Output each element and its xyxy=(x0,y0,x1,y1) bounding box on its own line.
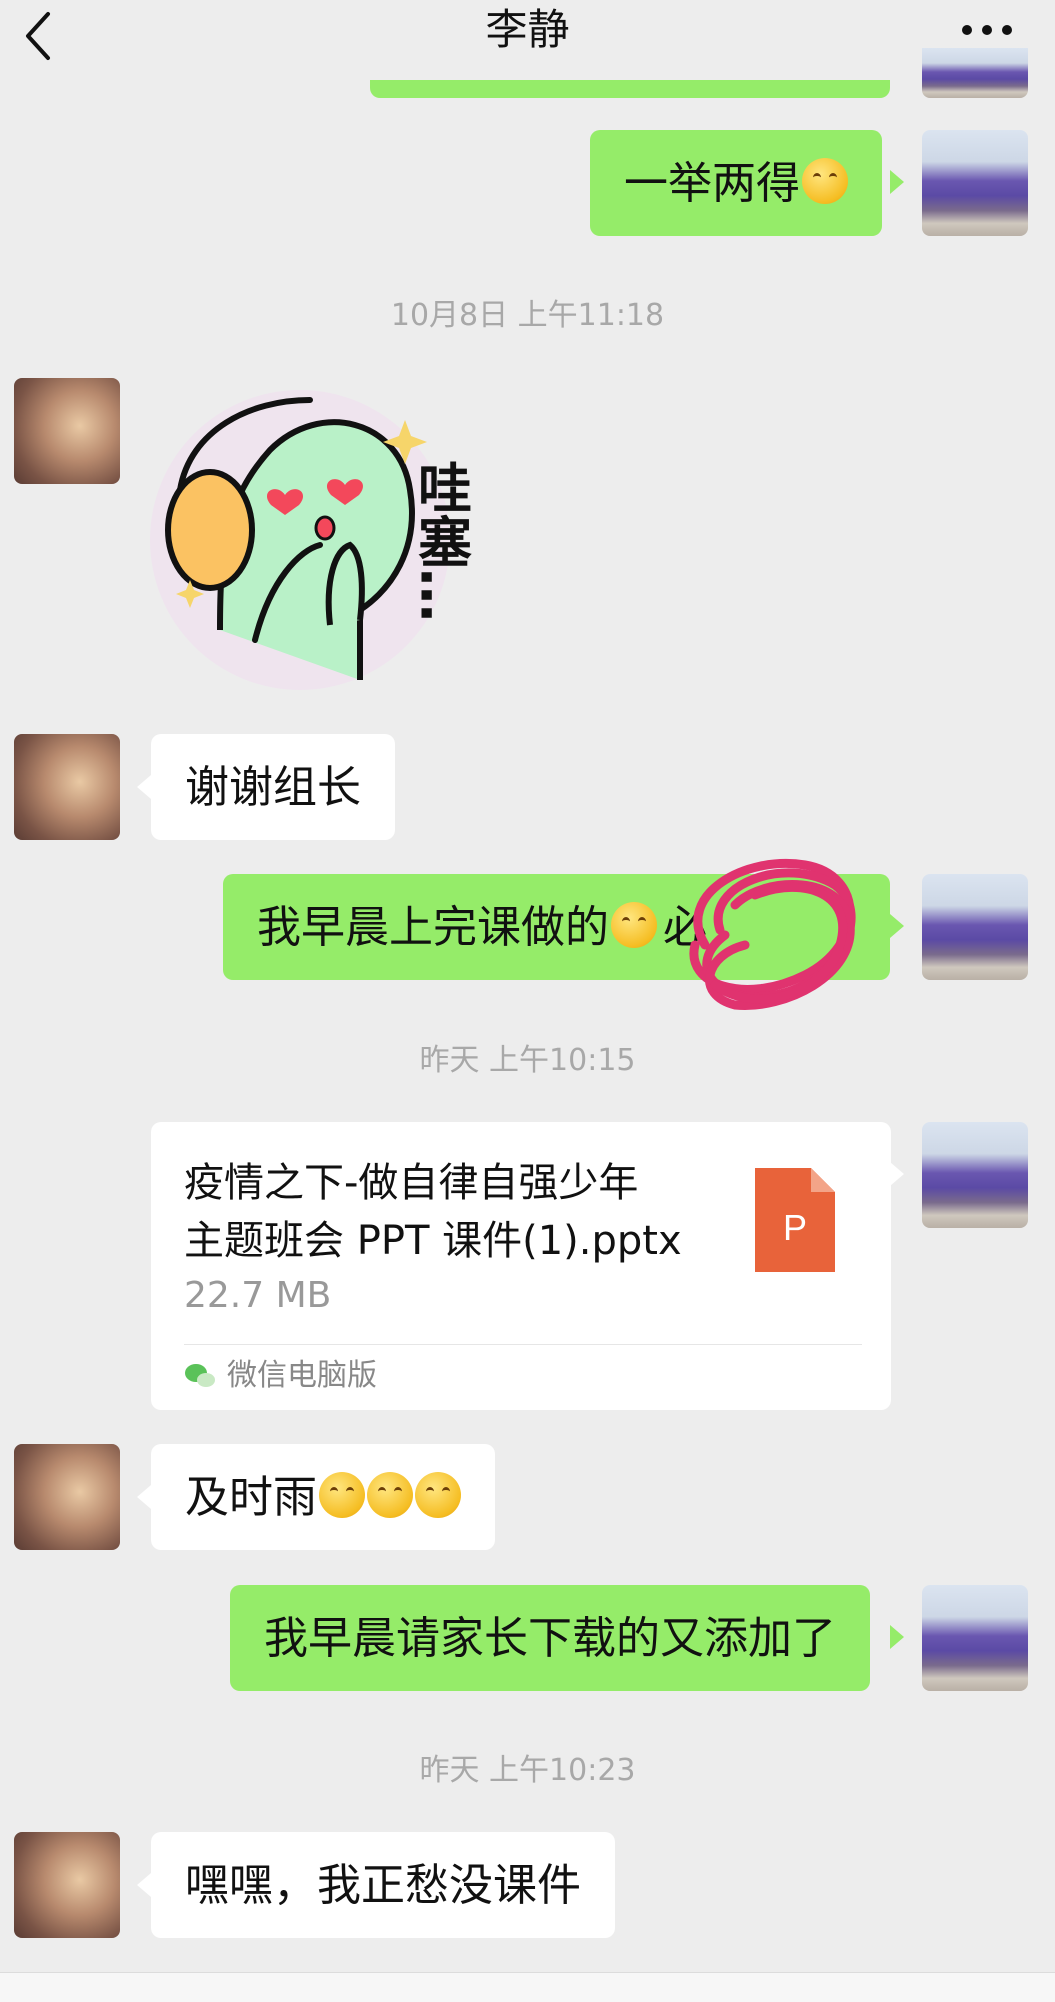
chat-title: 李静 xyxy=(485,5,570,54)
bubble-tail xyxy=(137,1873,151,1897)
message-text: 谢谢组长 xyxy=(185,762,361,813)
message-text: 一举两得 xyxy=(624,158,800,209)
more-button[interactable] xyxy=(955,10,1035,50)
card-divider xyxy=(184,1344,862,1345)
bubble-tail xyxy=(137,775,151,799)
grin-emoji-icon xyxy=(611,902,657,948)
message-bubble-other[interactable]: 谢谢组长 xyxy=(151,734,395,840)
file-name-line-2: 主题班会 PPT 课件(1).pptx xyxy=(184,1218,682,1264)
back-button[interactable] xyxy=(18,6,68,66)
chat-header: 李静 xyxy=(0,0,1055,92)
smile-emoji-icon xyxy=(802,158,848,204)
bubble-tail xyxy=(890,1625,904,1649)
bubble-tail xyxy=(890,170,904,194)
more-dots-icon xyxy=(962,25,1012,35)
file-message-card[interactable]: 疫情之下-做自律自强少年 主题班会 PPT 课件(1).pptx 22.7 MB… xyxy=(151,1122,891,1410)
message-bubble-self[interactable]: 一举两得 xyxy=(590,130,882,236)
self-avatar[interactable] xyxy=(922,48,1028,98)
self-avatar[interactable] xyxy=(922,1122,1028,1228)
ppt-file-icon: P xyxy=(755,1168,835,1272)
self-avatar[interactable] xyxy=(922,1585,1028,1691)
file-name-line-1: 疫情之下-做自律自强少年 xyxy=(184,1160,639,1206)
sticker-caption: 哇塞… xyxy=(409,460,472,622)
message-text: 嘿嘿，我正愁没课件 xyxy=(185,1860,581,1911)
message-text: 我早晨请家长下载的又添加了 xyxy=(264,1613,836,1664)
kiss-emoji-icon xyxy=(367,1472,413,1518)
timestamp: 昨天 上午10:23 xyxy=(419,1753,636,1788)
contact-avatar[interactable] xyxy=(14,734,120,840)
ppt-icon-letter: P xyxy=(783,1207,807,1248)
redaction-scribble xyxy=(689,859,856,1010)
sticker-image[interactable]: 哇塞… xyxy=(150,380,490,700)
sticker-drawing: 哇塞… xyxy=(150,390,472,690)
bubble-tail xyxy=(890,914,904,938)
kiss-emoji-icon xyxy=(319,1472,365,1518)
contact-avatar[interactable] xyxy=(14,378,120,484)
contact-avatar[interactable] xyxy=(14,1444,120,1550)
back-chevron-icon xyxy=(26,12,50,60)
message-text: 及时雨 xyxy=(185,1472,317,1523)
wechat-icon xyxy=(184,1360,216,1392)
message-bubble-other[interactable]: 嘿嘿，我正愁没课件 xyxy=(151,1832,615,1938)
timestamp: 10月8日 上午11:18 xyxy=(390,298,665,333)
message-bubble-other[interactable]: 及时雨 xyxy=(151,1444,495,1550)
self-avatar[interactable] xyxy=(922,130,1028,236)
self-avatar[interactable] xyxy=(922,874,1028,980)
input-bar[interactable] xyxy=(0,1972,1055,2002)
timestamp: 昨天 上午10:15 xyxy=(419,1043,636,1078)
file-source-label: 微信电脑版 xyxy=(227,1358,377,1393)
bubble-tail xyxy=(137,1485,151,1509)
bubble-tail xyxy=(890,1162,904,1186)
contact-avatar[interactable] xyxy=(14,1832,120,1938)
kiss-emoji-icon xyxy=(415,1472,461,1518)
partial-message-bubble[interactable] xyxy=(370,80,890,98)
message-bubble-self[interactable]: 我早晨请家长下载的又添加了 xyxy=(230,1585,870,1691)
message-text: 我早晨上完课做的 xyxy=(257,902,609,953)
file-size: 22.7 MB xyxy=(184,1275,332,1316)
